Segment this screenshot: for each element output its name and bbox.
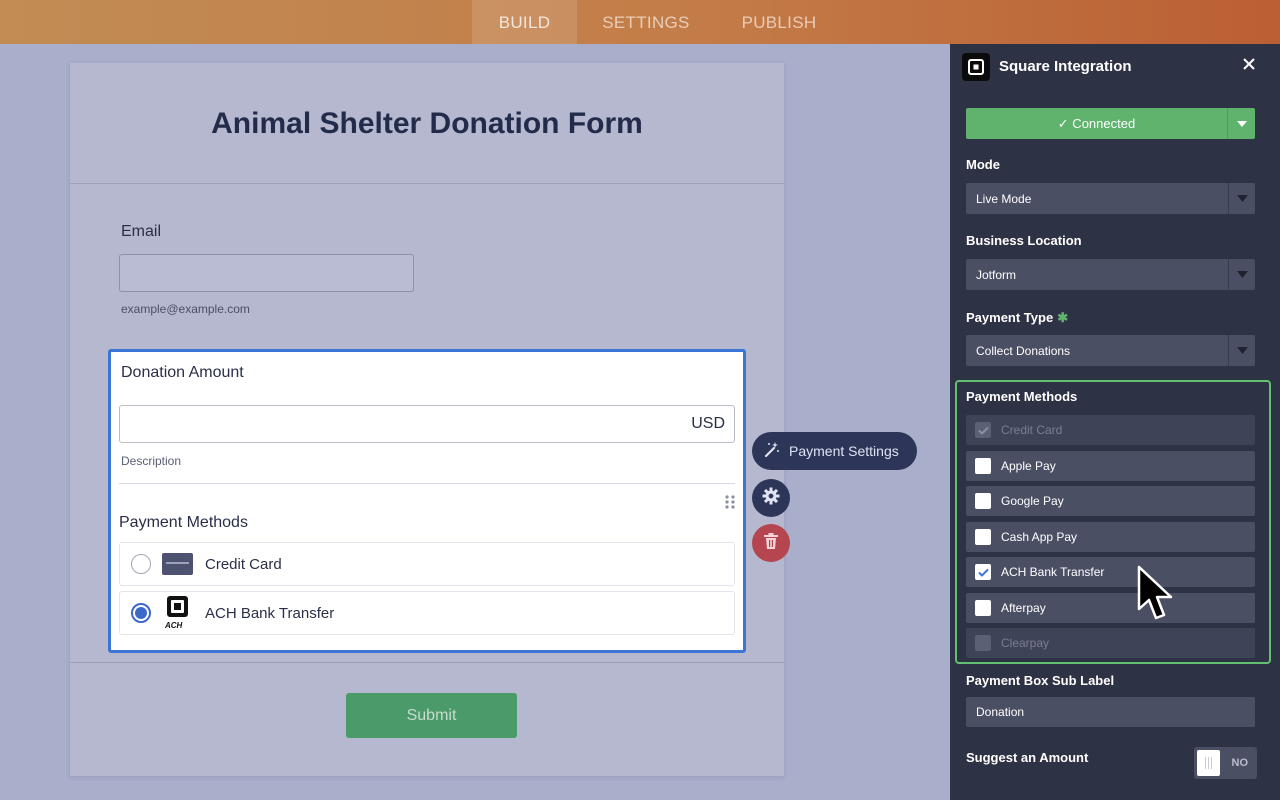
checkbox-label: Apple Pay: [1001, 459, 1056, 473]
checkbox-label: Google Pay: [1001, 494, 1064, 508]
tab-settings[interactable]: SETTINGS: [577, 0, 715, 44]
checkbox-credit-card: [975, 422, 991, 438]
business-location-select[interactable]: Jotform: [966, 259, 1255, 290]
tab-publish[interactable]: PUBLISH: [715, 0, 843, 44]
checkbox-apple-pay[interactable]: [975, 458, 991, 474]
ach-icon-label: ACH: [165, 621, 183, 630]
checkbox-label: Cash App Pay: [1001, 530, 1078, 544]
chevron-down-icon: [1228, 335, 1255, 366]
payment-option-label: ACH Bank Transfer: [205, 604, 335, 622]
checkbox-label: Credit Card: [1001, 423, 1063, 437]
suggest-amount-toggle[interactable]: NO: [1194, 747, 1257, 779]
payment-settings-button[interactable]: Payment Settings: [752, 432, 917, 470]
business-location-value: Jotform: [976, 267, 1017, 282]
business-location-label: Business Location: [966, 233, 1082, 248]
divider: [70, 662, 784, 663]
radio-selected-dot: [135, 607, 147, 619]
currency-label: USD: [691, 415, 725, 432]
toggle-knob: [1197, 750, 1220, 776]
payment-option-credit-card[interactable]: Credit Card: [119, 542, 735, 586]
credit-card-icon: [162, 549, 193, 580]
checkbox-ach[interactable]: [975, 564, 991, 580]
square-logo-icon: [962, 53, 990, 81]
checkbox-row-cash-app-pay[interactable]: Cash App Pay: [966, 522, 1255, 552]
checkbox-row-google-pay[interactable]: Google Pay: [966, 486, 1255, 516]
gear-icon: [762, 487, 780, 510]
payment-box-sublabel-input[interactable]: Donation: [966, 697, 1255, 727]
payment-option-ach[interactable]: ACH Bank Transfer ACH: [119, 591, 735, 635]
chevron-down-icon: [1228, 183, 1255, 214]
form-header: Animal Shelter Donation Form: [70, 63, 784, 184]
checkbox-label: Afterpay: [1001, 601, 1046, 615]
donation-amount-label: Donation Amount: [121, 364, 244, 381]
donation-payment-field[interactable]: Donation Amount USD Description Payment …: [108, 349, 746, 653]
checkbox-row-clearpay: Clearpay: [966, 628, 1255, 658]
panel-header: Square Integration: [950, 44, 1280, 89]
payment-methods-box: Payment Methods Credit Card Apple Pay Go…: [955, 380, 1271, 664]
checkbox-label: ACH Bank Transfer: [1001, 565, 1105, 579]
checkbox-google-pay[interactable]: [975, 493, 991, 509]
checkbox-clearpay: [975, 635, 991, 651]
email-label: Email: [121, 223, 162, 240]
delete-button[interactable]: [752, 524, 790, 562]
suggest-amount-label: Suggest an Amount: [966, 750, 1089, 765]
connected-label: ✓ Connected: [1057, 115, 1136, 131]
divider: [119, 483, 735, 484]
tab-build[interactable]: BUILD: [472, 0, 577, 44]
toggle-state-label: NO: [1231, 757, 1249, 769]
mode-value: Live Mode: [976, 191, 1032, 206]
mouse-cursor-icon: [1136, 565, 1180, 625]
checkbox-cash-app-pay[interactable]: [975, 529, 991, 545]
chevron-down-icon[interactable]: [1227, 108, 1255, 139]
checkbox-row-apple-pay[interactable]: Apple Pay: [966, 451, 1255, 481]
checkbox-afterpay[interactable]: [975, 600, 991, 616]
checkbox-label: Clearpay: [1001, 636, 1050, 650]
payment-methods-title: Payment Methods: [966, 389, 1078, 404]
email-sublabel: example@example.com: [121, 302, 250, 316]
square-integration-panel: Square Integration ✓ Connected Mode Live…: [950, 44, 1280, 800]
payment-methods-label: Payment Methods: [119, 514, 248, 531]
donation-amount-input[interactable]: USD: [119, 405, 735, 443]
checkbox-row-credit-card: Credit Card: [966, 415, 1255, 445]
connected-button[interactable]: ✓ Connected: [966, 108, 1255, 139]
payment-type-value: Collect Donations: [976, 343, 1071, 358]
payment-option-label: Credit Card: [205, 555, 282, 573]
mode-select[interactable]: Live Mode: [966, 183, 1255, 214]
payment-box-sublabel-label: Payment Box Sub Label: [966, 673, 1115, 688]
top-navigation: BUILD SETTINGS PUBLISH: [472, 0, 843, 44]
gear-button[interactable]: [752, 479, 790, 517]
required-star-icon: ✱: [1057, 310, 1069, 325]
form-title[interactable]: Animal Shelter Donation Form: [211, 107, 643, 141]
description-sublabel: Description: [121, 454, 182, 468]
checkbox-row-ach[interactable]: ACH Bank Transfer: [966, 557, 1255, 587]
radio-credit-card[interactable]: [131, 554, 151, 574]
payment-box-sublabel-value: Donation: [976, 705, 1025, 719]
mode-label: Mode: [966, 157, 1000, 172]
payment-type-select[interactable]: Collect Donations: [966, 335, 1255, 366]
payment-type-label: Payment Type ✱: [966, 310, 1068, 326]
payment-settings-label: Payment Settings: [789, 443, 899, 459]
submit-button[interactable]: Submit: [346, 693, 517, 738]
close-icon[interactable]: [1242, 57, 1256, 71]
payment-type-label-text: Payment Type: [966, 310, 1054, 325]
drag-handle-icon[interactable]: [724, 494, 736, 510]
radio-ach[interactable]: [131, 603, 151, 623]
chevron-down-icon: [1228, 259, 1255, 290]
panel-title: Square Integration: [999, 58, 1132, 75]
trash-icon: [763, 532, 779, 555]
checkbox-row-afterpay[interactable]: Afterpay: [966, 593, 1255, 623]
email-field[interactable]: [119, 254, 414, 292]
magic-wand-icon: [763, 441, 781, 462]
